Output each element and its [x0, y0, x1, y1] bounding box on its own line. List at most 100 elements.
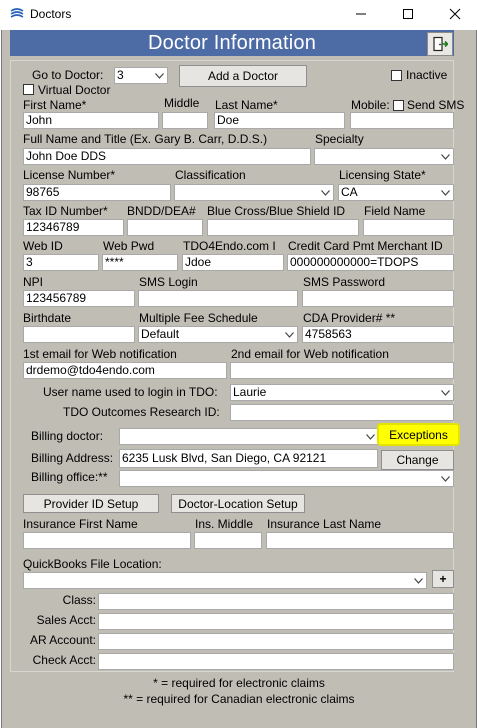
quickbooks-file-label: QuickBooks File Location:	[23, 557, 162, 571]
licensing-state-value: CA	[341, 185, 358, 199]
add-doctor-button[interactable]: Add a Doctor	[179, 65, 307, 87]
fee-schedule-value: Default	[141, 327, 180, 341]
field-name-field[interactable]	[363, 219, 454, 236]
first-name-label: First Name*	[23, 98, 87, 112]
change-address-button[interactable]: Change	[381, 450, 454, 470]
send-sms-checkbox[interactable]	[393, 100, 404, 111]
canadian-required-note: ** = required for Canadian electronic cl…	[123, 692, 355, 706]
email1-field[interactable]: drdemo@tdo4endo.com	[23, 362, 227, 379]
field-name-label: Field Name	[364, 204, 426, 218]
middle-name-field[interactable]	[162, 112, 208, 129]
mobile-field[interactable]	[350, 112, 454, 129]
npi-label: NPI	[23, 275, 44, 289]
goto-label: Go to Doctor:	[32, 68, 104, 82]
license-number-field[interactable]: 98765	[23, 184, 171, 201]
classification-label: Classification	[175, 168, 246, 182]
licensing-state-select[interactable]: CA	[338, 184, 454, 201]
chevron-down-icon	[154, 72, 164, 79]
minimize-icon	[355, 13, 366, 15]
billing-address-field[interactable]: 6235 Lusk Blvd, San Diego, CA 92121	[119, 449, 378, 468]
license-number-label: License Number*	[23, 168, 116, 182]
chevron-down-icon	[440, 389, 450, 396]
ins-first-name-field[interactable]	[23, 532, 191, 549]
specialty-select[interactable]	[314, 148, 454, 165]
billing-doctor-select[interactable]	[119, 428, 379, 445]
birthdate-label: Birthdate	[23, 311, 72, 325]
goto-value: 3	[117, 68, 124, 82]
qb-sales-acct-label: Sales Acct:	[36, 613, 96, 627]
maximize-button[interactable]	[385, 2, 430, 26]
qb-sales-acct-field[interactable]	[98, 613, 454, 630]
billing-address-label: Billing Address:	[31, 451, 114, 465]
billing-office-label: Billing office:**	[31, 470, 108, 484]
web-id-field[interactable]: 3	[23, 254, 99, 271]
web-pwd-field[interactable]: ****	[102, 254, 178, 271]
last-name-field[interactable]: Doe	[214, 112, 345, 129]
send-sms-label: Send SMS	[407, 98, 465, 112]
app-icon	[10, 8, 24, 18]
sms-password-field[interactable]	[302, 290, 454, 307]
close-icon	[449, 8, 460, 20]
last-name-label: Last Name*	[215, 98, 278, 112]
page-title: Doctor Information	[10, 30, 454, 56]
npi-field[interactable]: 123456789	[23, 290, 135, 307]
billing-office-select[interactable]	[119, 470, 454, 487]
full-name-field[interactable]: John Doe DDS	[23, 148, 311, 165]
outcomes-id-field[interactable]	[230, 404, 454, 421]
chevron-down-icon	[440, 189, 450, 196]
qb-class-label: Class:	[62, 593, 96, 607]
ins-last-name-label: Insurance Last Name	[267, 517, 382, 531]
chevron-down-icon	[413, 577, 423, 584]
tdo-user-select[interactable]: Laurie	[230, 384, 454, 401]
ins-middle-label: Ins. Middle	[195, 517, 254, 531]
chevron-down-icon	[365, 433, 375, 440]
middle-name-label: Middle	[164, 96, 200, 110]
inactive-checkbox[interactable]	[391, 70, 402, 81]
maximize-icon	[402, 9, 413, 19]
virtual-doctor-label: Virtual Doctor	[38, 83, 111, 97]
sms-login-field[interactable]	[138, 290, 298, 307]
exceptions-button[interactable]: Exceptions	[377, 423, 460, 446]
required-note: * = required for electronic claims	[153, 676, 325, 690]
ins-middle-field[interactable]	[194, 532, 262, 549]
quickbooks-file-select[interactable]	[23, 572, 427, 589]
cda-provider-field[interactable]: 4758563	[302, 326, 454, 343]
qb-check-acct-field[interactable]	[98, 653, 454, 670]
cc-merchant-field[interactable]: 000000000000=TDOPS	[287, 254, 454, 271]
sms-password-label: SMS Password	[303, 275, 386, 289]
tax-id-field[interactable]: 12346789	[23, 219, 124, 236]
qb-ar-account-field[interactable]	[98, 633, 454, 650]
goto-doctor-select[interactable]: 3	[114, 67, 168, 84]
qb-class-field[interactable]	[98, 593, 454, 610]
tax-id-label: Tax ID Number*	[23, 204, 108, 218]
ins-last-name-field[interactable]	[266, 532, 454, 549]
chevron-down-icon	[320, 189, 330, 196]
add-quickbooks-file-button[interactable]: +	[432, 570, 454, 588]
cc-merchant-label: Credit Card Pmt Merchant ID	[288, 239, 443, 253]
exit-door-icon	[433, 36, 448, 52]
qb-check-acct-label: Check Acct:	[32, 653, 96, 667]
first-name-field[interactable]: John	[23, 112, 159, 129]
fee-schedule-label: Multiple Fee Schedule	[139, 311, 258, 325]
doctor-location-setup-button[interactable]: Doctor-Location Setup	[171, 494, 305, 513]
exit-button[interactable]	[427, 32, 453, 56]
virtual-doctor-checkbox[interactable]	[23, 84, 34, 95]
provider-id-setup-button[interactable]: Provider ID Setup	[23, 494, 159, 513]
specialty-label: Specialty	[315, 132, 364, 146]
tdo4endo-field[interactable]: Jdoe	[182, 254, 284, 271]
birthdate-field[interactable]	[23, 326, 135, 343]
blue-cross-id-field[interactable]	[207, 219, 359, 236]
mobile-label: Mobile:	[351, 98, 390, 112]
classification-select[interactable]	[174, 184, 334, 201]
minimize-button[interactable]	[338, 2, 383, 26]
cda-provider-label: CDA Provider# **	[303, 311, 396, 325]
bndd-dea-field[interactable]	[127, 219, 203, 236]
email2-field[interactable]	[230, 362, 454, 379]
full-name-label: Full Name and Title (Ex. Gary B. Carr, D…	[23, 132, 268, 146]
fee-schedule-select[interactable]: Default	[138, 326, 298, 343]
tdo4endo-label: TDO4Endo.com I	[183, 239, 276, 253]
inactive-label: Inactive	[406, 68, 448, 82]
sms-login-label: SMS Login	[139, 275, 198, 289]
close-button[interactable]	[432, 2, 477, 26]
doctor-form: Doctor Information Go to Doctor: 3 Add a…	[1, 30, 477, 728]
